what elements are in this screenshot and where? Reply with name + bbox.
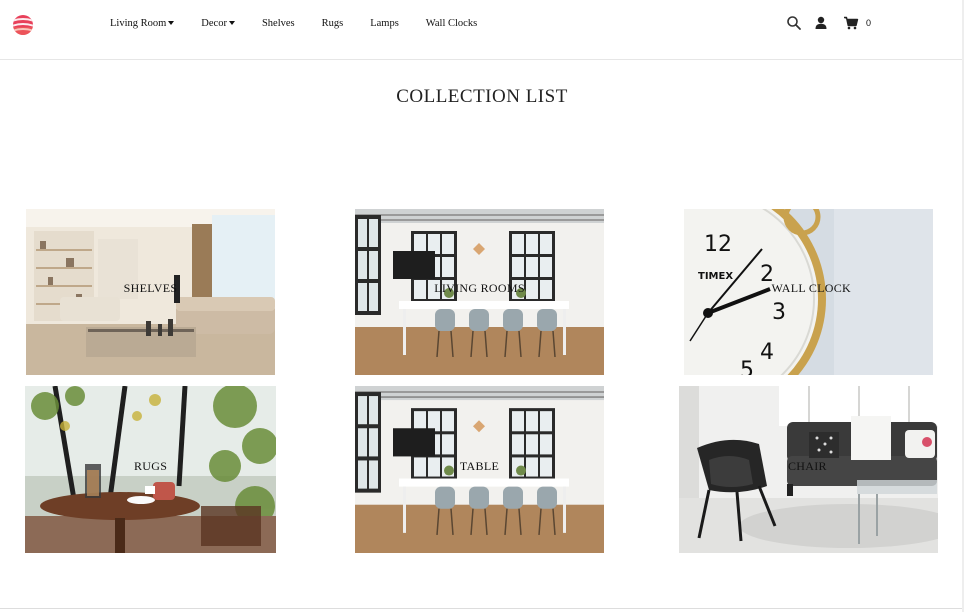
card-label: RUGS [134,459,168,473]
navbar: Living Room Decor Shelves Rugs Lamps Wal… [0,0,964,60]
nav-item-living-room[interactable]: Living Room [110,18,175,29]
page-divider [0,608,964,609]
nav-item-shelves[interactable]: Shelves [262,18,295,29]
caret-down-icon [228,20,235,25]
nav-item-label: Decor [201,18,227,29]
svg-text:12: 12 [704,232,732,257]
nav-item-decor[interactable]: Decor [201,18,235,29]
search-icon[interactable] [786,15,802,31]
nav-item-wall-clocks[interactable]: Wall Clocks [426,18,477,29]
nav-item-rugs[interactable]: Rugs [322,18,344,29]
brand-logo[interactable] [12,14,34,36]
collection-card-shelves[interactable]: SHELVES [26,209,275,375]
nav-actions: 0 [786,15,871,31]
card-label: TABLE [459,459,500,473]
collection-card-rugs[interactable]: RUGS [25,386,276,553]
svg-text:4: 4 [760,340,774,365]
nav-item-label: Wall Clocks [425,18,478,29]
page-title: COLLECTION LIST [396,86,568,107]
nav-item-label: Shelves [261,18,295,29]
card-label: CHAIR [788,459,827,473]
user-icon[interactable] [813,15,829,31]
nav-item-label: Lamps [370,18,399,29]
collection-card-wall-clock[interactable]: 12 2 3 4 5 TIMEX WALL CLOCK [684,209,933,375]
card-label: SHELVES [123,281,178,295]
card-label: WALL CLOCK [771,281,851,295]
main-nav: Living Room Decor Shelves Rugs Lamps Wal… [110,18,477,29]
collection-card-chair[interactable]: CHAIR [679,386,938,553]
nav-item-label: Rugs [321,18,344,29]
nav-item-label: Living Room [110,18,167,29]
cart-count-badge: 0 [866,18,872,28]
nav-item-lamps[interactable]: Lamps [370,18,399,29]
svg-text:3: 3 [772,300,786,325]
caret-down-icon [168,20,175,25]
cart-icon[interactable] [843,15,859,31]
collection-card-table[interactable]: TABLE [355,386,604,553]
card-label: LIVING ROOMS [434,281,525,295]
svg-text:5: 5 [740,358,754,375]
collection-card-living-rooms[interactable]: LIVING ROOMS [355,209,604,375]
